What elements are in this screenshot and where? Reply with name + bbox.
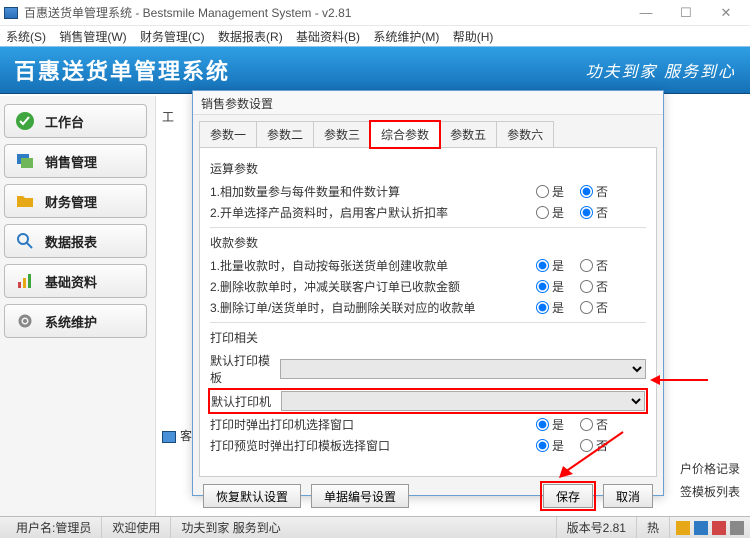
banner-slogan: 功夫到家 服务到心 xyxy=(586,58,736,82)
window-title: 百惠送货单管理系统 - Bestsmile Management System … xyxy=(24,4,626,21)
row-default-template: 默认打印模板 xyxy=(210,352,646,386)
radio-no[interactable]: 否 xyxy=(580,437,608,454)
menu-sales[interactable]: 销售管理(W) xyxy=(59,30,126,44)
chart-icon xyxy=(15,271,35,291)
sidebar-item-sales[interactable]: 销售管理 xyxy=(4,144,147,178)
windows-icon xyxy=(15,151,35,171)
check-circle-icon xyxy=(15,111,35,131)
opt-print-popup: 打印时弹出打印机选择窗口 是 否 xyxy=(210,416,646,433)
menu-system[interactable]: 系统(S) xyxy=(6,30,46,44)
dialog-title: 销售参数设置 xyxy=(193,91,663,115)
folder-icon xyxy=(15,191,35,211)
sidebar-item-basedata[interactable]: 基础资料 xyxy=(4,264,147,298)
menu-basedata[interactable]: 基础资料(B) xyxy=(296,30,360,44)
status-version: 版本号2.81 xyxy=(557,517,637,538)
menu-finance[interactable]: 财务管理(C) xyxy=(140,30,205,44)
radio-yes[interactable]: 是 xyxy=(536,183,564,200)
minimize-button[interactable]: — xyxy=(626,5,666,20)
sidebar-item-reports[interactable]: 数据报表 xyxy=(4,224,147,258)
row-default-printer: 默认打印机 xyxy=(210,390,646,412)
section-print-title: 打印相关 xyxy=(210,329,646,346)
tab-composite[interactable]: 综合参数 xyxy=(370,121,440,148)
opt-calc-2: 2.开单选择产品资料时，启用客户默认折扣率 是 否 xyxy=(210,204,646,221)
magnifier-icon xyxy=(15,231,35,251)
gear-icon xyxy=(15,311,35,331)
numbering-settings-button[interactable]: 单据编号设置 xyxy=(311,484,409,508)
radio-no[interactable]: 否 xyxy=(580,278,608,295)
sidebar-item-label: 基础资料 xyxy=(45,272,97,291)
menu-maintain[interactable]: 系统维护(M) xyxy=(373,30,439,44)
radio-no[interactable]: 否 xyxy=(580,204,608,221)
opt-receipt-3: 3.删除订单/送货单时，自动删除关联对应的收款单 是 否 xyxy=(210,299,646,316)
tab-param1[interactable]: 参数一 xyxy=(199,121,257,148)
tab-param3[interactable]: 参数三 xyxy=(313,121,371,148)
sidebar-item-label: 财务管理 xyxy=(45,192,97,211)
tray-icon[interactable] xyxy=(730,521,744,535)
menubar: 系统(S) 销售管理(W) 财务管理(C) 数据报表(R) 基础资料(B) 系统… xyxy=(0,26,750,46)
radio-no[interactable]: 否 xyxy=(580,183,608,200)
tab-param6[interactable]: 参数六 xyxy=(496,121,554,148)
tray-icon[interactable] xyxy=(712,521,726,535)
restore-defaults-button[interactable]: 恢复默认设置 xyxy=(203,484,301,508)
sidebar-item-worktable[interactable]: 工作台 xyxy=(4,104,147,138)
radio-yes[interactable]: 是 xyxy=(536,278,564,295)
cancel-button[interactable]: 取消 xyxy=(603,484,653,508)
status-welcome: 欢迎使用 xyxy=(102,517,171,538)
section-receipt-title: 收款参数 xyxy=(210,234,646,251)
banner: 百惠送货单管理系统 功夫到家 服务到心 xyxy=(0,46,750,94)
radio-yes[interactable]: 是 xyxy=(536,204,564,221)
tray-icon[interactable] xyxy=(676,521,690,535)
sidebar-item-label: 销售管理 xyxy=(45,152,97,171)
sidebar-item-label: 工作台 xyxy=(45,112,84,131)
radio-yes[interactable]: 是 xyxy=(536,437,564,454)
default-template-select[interactable] xyxy=(280,359,646,379)
system-title: 百惠送货单管理系统 xyxy=(14,54,230,86)
radio-yes[interactable]: 是 xyxy=(536,416,564,433)
tab-param2[interactable]: 参数二 xyxy=(256,121,314,148)
menu-reports[interactable]: 数据报表(R) xyxy=(218,30,283,44)
tray-icon[interactable] xyxy=(694,521,708,535)
dialog-body: 运算参数 1.相加数量参与每件数量和件数计算 是 否 2.开单选择产品资料时，启… xyxy=(199,147,657,477)
dialog-tabs: 参数一 参数二 参数三 综合参数 参数五 参数六 xyxy=(193,115,663,148)
default-printer-select[interactable] xyxy=(281,391,645,411)
dialog-buttons: 恢复默认设置 单据编号设置 保存 取消 xyxy=(193,484,663,516)
status-trailing: 热 xyxy=(637,517,670,538)
sidebar: 工作台 销售管理 财务管理 数据报表 基础资料 系统维护 xyxy=(0,96,155,516)
maximize-button[interactable]: ☐ xyxy=(666,5,706,21)
opt-receipt-2: 2.删除收款单时，冲减关联客户订单已收款金额 是 否 xyxy=(210,278,646,295)
doc-icon xyxy=(162,431,176,443)
sidebar-item-label: 数据报表 xyxy=(45,232,97,251)
radio-yes[interactable]: 是 xyxy=(536,299,564,316)
opt-receipt-1: 1.批量收款时，自动按每张送货单创建收款单 是 否 xyxy=(210,257,646,274)
status-user: 用户名:管理员 xyxy=(6,517,102,538)
app-icon xyxy=(4,7,18,19)
opt-calc-1: 1.相加数量参与每件数量和件数计算 是 否 xyxy=(210,183,646,200)
window-titlebar: 百惠送货单管理系统 - Bestsmile Management System … xyxy=(0,0,750,26)
tab-param5[interactable]: 参数五 xyxy=(439,121,497,148)
close-button[interactable]: ✕ xyxy=(706,5,746,21)
statusbar: 用户名:管理员 欢迎使用 功夫到家 服务到心 版本号2.81 热 xyxy=(0,516,750,538)
save-button[interactable]: 保存 xyxy=(543,484,593,508)
radio-no[interactable]: 否 xyxy=(580,416,608,433)
status-slogan: 功夫到家 服务到心 xyxy=(171,517,556,538)
menu-help[interactable]: 帮助(H) xyxy=(453,30,494,44)
settings-dialog: 销售参数设置 参数一 参数二 参数三 综合参数 参数五 参数六 运算参数 1.相… xyxy=(192,90,664,496)
sidebar-item-finance[interactable]: 财务管理 xyxy=(4,184,147,218)
section-calc-title: 运算参数 xyxy=(210,160,646,177)
radio-no[interactable]: 否 xyxy=(580,299,608,316)
radio-no[interactable]: 否 xyxy=(580,257,608,274)
sidebar-item-label: 系统维护 xyxy=(45,312,97,331)
opt-preview-popup: 打印预览时弹出打印模板选择窗口 是 否 xyxy=(210,437,646,454)
sidebar-item-maintain[interactable]: 系统维护 xyxy=(4,304,147,338)
tray-icons xyxy=(676,521,744,535)
radio-yes[interactable]: 是 xyxy=(536,257,564,274)
